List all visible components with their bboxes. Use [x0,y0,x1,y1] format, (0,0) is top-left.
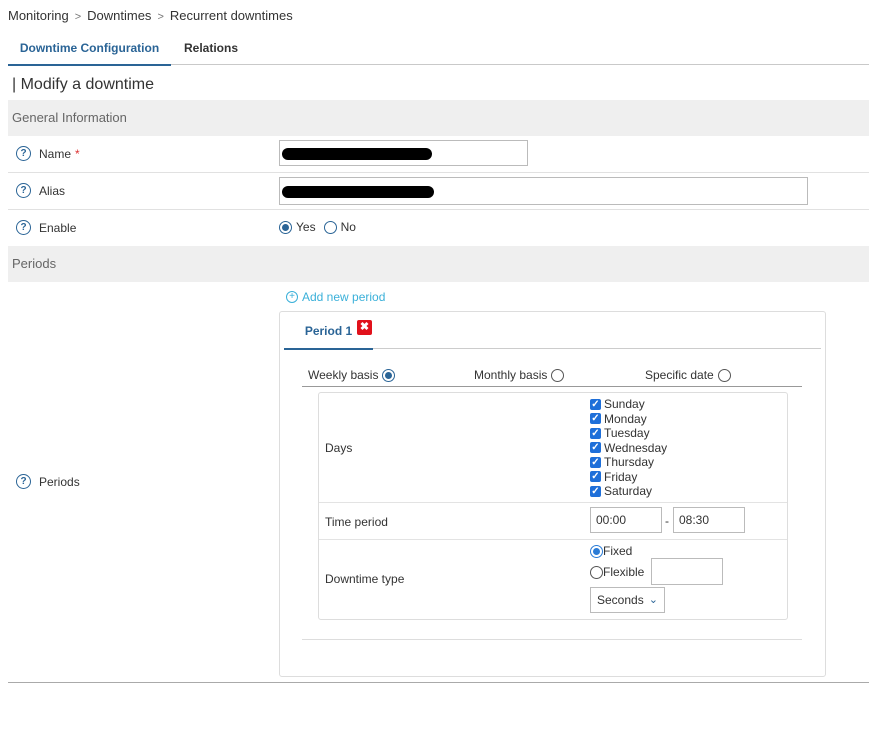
checkbox-checked-icon[interactable]: ✓ [590,427,601,439]
delete-period-icon[interactable]: ✖ [357,320,372,335]
chevron-down-icon: ⌄ [648,594,658,606]
checkbox-checked-icon[interactable]: ✓ [590,485,601,497]
day-label: Monday [604,411,647,426]
plus-circle-icon: + [286,291,298,303]
type-fixed-option[interactable]: Fixed [590,544,632,558]
help-icon[interactable]: ? [16,474,31,489]
day-label: Saturday [604,484,653,499]
periods-label-group: ? Periods [16,474,80,489]
page-title: | Modify a downtime [12,76,154,93]
day-label: Wednesday [604,440,668,455]
checkbox-checked-icon[interactable]: ✓ [590,442,601,454]
enable-no-radio[interactable] [323,220,337,234]
period-panel: Period 1 ✖ Weekly basis Monthly basis Sp… [279,311,826,677]
monthly-basis-radio[interactable] [551,368,565,382]
day-checkbox-saturday[interactable]: ✓ Saturday [590,484,667,499]
day-checkbox-tuesday[interactable]: ✓ Tuesday [590,426,667,441]
redacted-value [282,186,434,198]
add-new-period-link[interactable]: + Add new period [286,290,385,304]
weekly-basis-option[interactable]: Weekly basis [308,368,396,382]
day-checkbox-wednesday[interactable]: ✓ Wednesday [590,441,667,456]
time-end-input[interactable]: 08:30 [673,507,745,533]
breadcrumb: Monitoring > Downtimes > Recurrent downtimes [8,8,293,23]
enable-options: Yes No [279,220,356,234]
enable-yes-radio[interactable] [279,220,292,234]
checkbox-checked-icon[interactable]: ✓ [590,398,601,410]
periods-header: Periods [8,246,869,282]
days-checkbox-list: ✓ Sunday ✓ Monday ✓ Tuesday ✓ Wednesday ✓ Thu… [590,397,667,499]
tab-relations[interactable]: Relations [184,34,238,64]
type-flexible-option[interactable]: Flexible [590,565,644,579]
periods-label: Periods [39,474,80,489]
name-input[interactable] [279,140,528,166]
duration-unit-select[interactable]: Seconds ⌄ [590,587,665,613]
breadcrumb-downtimes[interactable]: Downtimes [87,8,151,23]
monthly-basis-option[interactable]: Monthly basis [474,368,565,382]
general-information-header: General Information [8,100,869,136]
time-period-label: Time period [325,515,388,529]
redacted-value [282,148,432,160]
checkbox-checked-icon[interactable]: ✓ [590,471,601,483]
day-checkbox-sunday[interactable]: ✓ Sunday [590,397,667,412]
basis-selector: Weekly basis Monthly basis Specific date [302,364,802,387]
duration-input[interactable] [651,558,723,585]
duration-unit-value: Seconds [597,593,644,607]
time-separator: - [665,514,669,528]
day-label: Sunday [604,397,645,412]
name-label-group: ? Name * [16,146,80,161]
alias-input[interactable] [279,177,808,205]
day-checkbox-thursday[interactable]: ✓ Thursday [590,455,667,470]
downtime-type-label: Downtime type [325,572,405,586]
alias-row: ? Alias [8,172,869,210]
specific-date-option[interactable]: Specific date [645,368,731,382]
name-row: ? Name * [8,136,869,173]
weekly-basis-label: Weekly basis [308,368,379,382]
specific-date-radio[interactable] [717,368,731,382]
day-label: Thursday [604,455,655,470]
downtime-type-row: Downtime type Fixed Flexible Seconds ⌄ [319,540,787,619]
day-checkbox-monday[interactable]: ✓ Monday [590,412,667,427]
breadcrumb-monitoring[interactable]: Monitoring [8,8,69,23]
breadcrumb-separator: > [157,11,164,23]
days-row: Days ✓ Sunday ✓ Monday ✓ Tuesday ✓ Wednesday… [319,393,787,503]
weekly-config-table: Days ✓ Sunday ✓ Monday ✓ Tuesday ✓ Wednesday… [318,392,788,620]
days-label: Days [325,441,353,455]
specific-date-label: Specific date [645,368,714,382]
type-flexible-label: Flexible [603,565,645,579]
type-fixed-radio[interactable] [590,544,603,558]
name-label: Name [39,146,72,161]
form-bottom-rule [8,682,869,683]
enable-row: ? Enable Yes No [8,209,869,247]
day-checkbox-friday[interactable]: ✓ Friday [590,470,667,485]
type-fixed-label: Fixed [603,544,633,558]
monthly-basis-label: Monthly basis [474,368,548,382]
help-icon[interactable]: ? [16,220,31,235]
weekly-basis-radio[interactable] [382,368,396,382]
day-label: Friday [604,469,638,484]
day-label: Tuesday [604,426,650,441]
checkbox-checked-icon[interactable]: ✓ [590,413,601,425]
enable-label: Enable [39,220,77,235]
enable-label-group: ? Enable [16,220,76,235]
time-period-row: Time period 00:00 - 08:30 [319,503,787,540]
time-start-input[interactable]: 00:00 [590,507,662,533]
tab-bar: Downtime Configuration Relations [8,34,869,66]
breadcrumb-recurrent-downtimes[interactable]: Recurrent downtimes [170,8,293,23]
help-icon[interactable]: ? [16,183,31,198]
checkbox-checked-icon[interactable]: ✓ [590,456,601,468]
period-bottom-divider [302,639,802,640]
tab-downtime-configuration[interactable]: Downtime Configuration [8,34,171,66]
alias-label: Alias [39,183,66,198]
breadcrumb-separator: > [74,11,82,23]
add-new-period-label: Add new period [302,290,386,304]
alias-label-group: ? Alias [16,183,65,198]
type-flexible-radio[interactable] [590,565,603,579]
enable-no-label[interactable]: No [341,220,356,234]
required-marker: * [75,146,80,161]
help-icon[interactable]: ? [16,146,31,161]
enable-yes-label[interactable]: Yes [296,220,316,234]
